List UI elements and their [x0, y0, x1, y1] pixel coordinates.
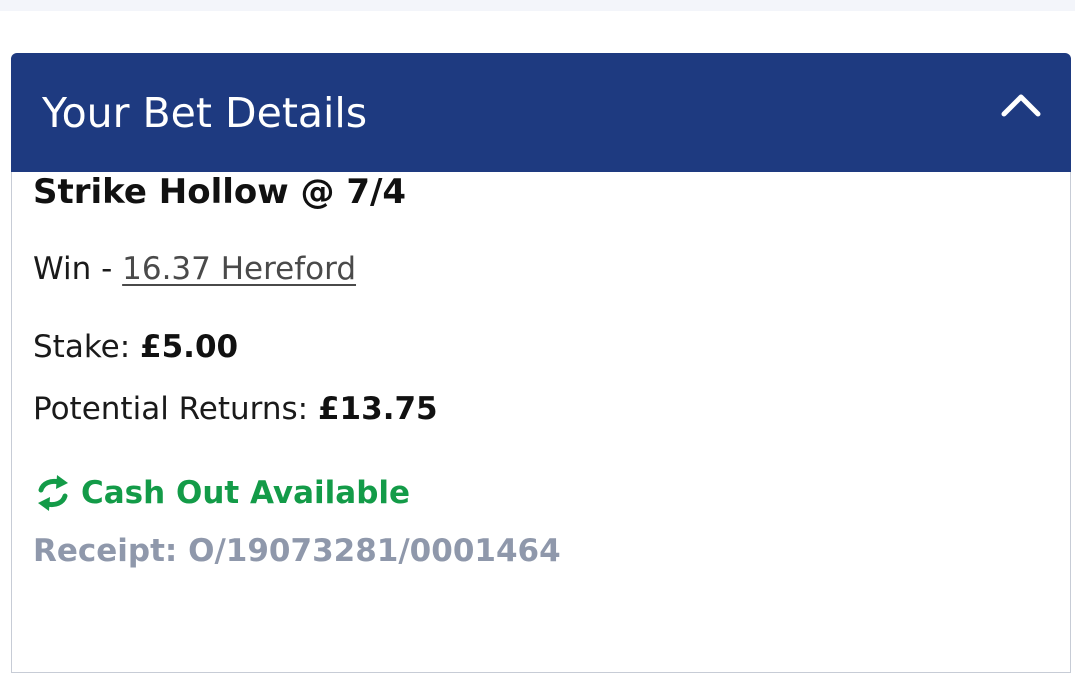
market-label: Win -	[33, 251, 123, 287]
chevron-up-icon[interactable]	[999, 89, 1043, 119]
returns-label: Potential Returns:	[33, 391, 318, 427]
cashout-available[interactable]: Cash Out Available	[33, 473, 410, 513]
returns-line: Potential Returns: £13.75	[33, 389, 438, 429]
refresh-icon	[33, 473, 73, 513]
bet-details-header[interactable]: Your Bet Details	[11, 53, 1071, 172]
event-link[interactable]: 16.37 Hereford	[122, 251, 356, 287]
stake-value: £5.00	[140, 329, 239, 365]
card-title: Your Bet Details	[42, 89, 368, 137]
bet-market-line: Win - 16.37 Hereford	[33, 249, 356, 289]
cashout-label: Cash Out Available	[81, 475, 411, 511]
stake-label: Stake:	[33, 329, 141, 365]
returns-value: £13.75	[317, 391, 438, 427]
bet-selection: Strike Hollow @ 7/4	[33, 172, 407, 212]
stake-line: Stake: £5.00	[33, 327, 238, 367]
receipt-number: Receipt: O/19073281/0001464	[33, 533, 561, 569]
top-strip	[0, 0, 1075, 11]
